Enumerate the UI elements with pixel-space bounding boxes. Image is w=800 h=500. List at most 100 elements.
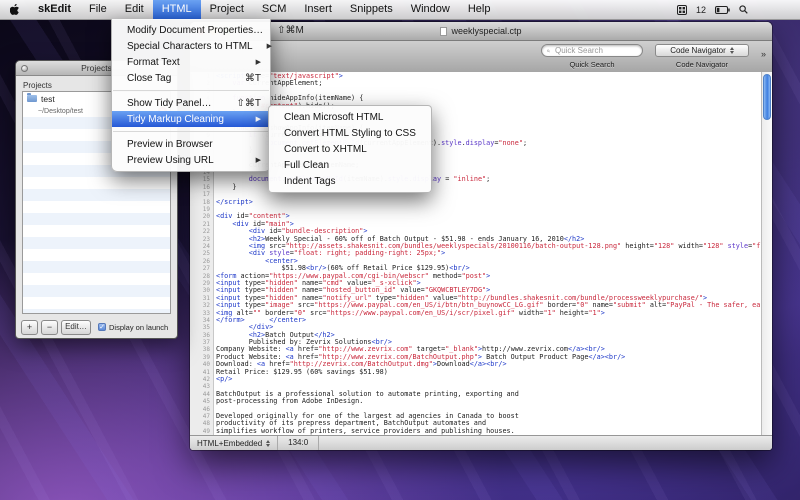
toolbar-overflow-icon[interactable]: » [761, 49, 766, 59]
line-number: 19 [190, 206, 210, 213]
menu-item-preview-using-url[interactable]: Preview Using URL▶ [112, 152, 270, 168]
remove-project-button[interactable]: − [41, 320, 58, 335]
menu-item-shortcut: ⌘T [231, 73, 261, 84]
line-number: 22 [190, 228, 210, 235]
line-number: 24 [190, 243, 210, 250]
line-number: 29 [190, 280, 210, 287]
line-number: 18 [190, 199, 210, 206]
menu-item-modify-document-properties[interactable]: Modify Document Properties…⇧⌘M [112, 22, 270, 38]
line-number: 20 [190, 213, 210, 220]
menu-separator [113, 90, 269, 91]
line-number: 46 [190, 406, 210, 413]
code-line: <div id="content"> [216, 213, 772, 220]
menu-snippets[interactable]: Snippets [341, 0, 402, 19]
line-number: 34 [190, 317, 210, 324]
chevron-right-icon: ▶ [242, 115, 261, 123]
menu-item-close-tag[interactable]: Close Tag ⌘T [112, 70, 270, 86]
input-menu-icon[interactable] [677, 5, 687, 15]
scrollbar-thumb[interactable] [763, 74, 771, 120]
tidy-markup-cleaning-submenu: Clean Microsoft HTMLConvert HTML Styling… [268, 105, 432, 193]
submenu-item-convert-to-xhtml[interactable]: Convert to XHTML [269, 141, 431, 157]
line-number: 42 [190, 376, 210, 383]
line-number: 32 [190, 302, 210, 309]
search-icon [547, 47, 550, 55]
line-number: 37 [190, 339, 210, 346]
menu-bar-status: 12 [677, 5, 800, 15]
menu-project[interactable]: Project [201, 0, 253, 19]
code-line: </form> </center> [216, 317, 772, 324]
menu-bar: skEdit FileEditHTMLProjectSCMInsertSnipp… [0, 0, 800, 20]
menu-help[interactable]: Help [459, 0, 500, 19]
code-navigator-button[interactable]: Code Navigator [655, 44, 749, 57]
line-number: 17 [190, 191, 210, 198]
chevron-right-icon: ▶ [242, 58, 261, 66]
menu-item-label: Show Tidy Panel… [127, 98, 212, 109]
quick-search-toolbar-item: Quick Search [541, 44, 643, 69]
menu-item-label: Modify Document Properties… [127, 25, 263, 36]
language-mode-popup[interactable]: HTML+Embedded [190, 436, 278, 450]
menu-edit[interactable]: Edit [116, 0, 153, 19]
window-title: weeklyspecial.ctp [451, 26, 521, 36]
code-line [216, 206, 772, 213]
menu-item-show-tidy-panel[interactable]: Show Tidy Panel… ⇧⌘T [112, 95, 270, 111]
close-button[interactable] [21, 65, 28, 72]
apple-icon [10, 4, 20, 16]
menu-scm[interactable]: SCM [253, 0, 295, 19]
projects-footer: + − Edit… ✓ Display on launch [16, 316, 177, 338]
line-number: 40 [190, 361, 210, 368]
battery-icon[interactable] [715, 6, 730, 14]
chevron-right-icon: ▶ [253, 42, 272, 50]
menu-item-label: Close Tag [127, 73, 171, 84]
checkbox-checked-icon: ✓ [98, 323, 106, 331]
menu-insert[interactable]: Insert [295, 0, 341, 19]
code-line: Retail Price: $129.95 (60% savings $51.9… [216, 369, 772, 376]
battery-percentage: 12 [696, 5, 706, 15]
document-proxy-icon [440, 27, 447, 36]
menu-item-label: Format Text [127, 57, 180, 68]
menu-window[interactable]: Window [402, 0, 459, 19]
line-number: 43 [190, 383, 210, 390]
popup-arrows-icon [730, 47, 734, 54]
line-number: 16 [190, 184, 210, 191]
line-number: 35 [190, 324, 210, 331]
search-input[interactable] [553, 45, 637, 56]
line-number: 23 [190, 236, 210, 243]
code-line: <div style="float: right; padding-right:… [216, 250, 772, 257]
menu-html[interactable]: HTML [153, 0, 201, 19]
line-number: 44 [190, 391, 210, 398]
apple-menu[interactable] [0, 4, 29, 16]
menu-item-shortcut: ⇧⌘T [223, 98, 262, 109]
line-number: 25 [190, 250, 210, 257]
app-menu-skedit[interactable]: skEdit [29, 0, 80, 19]
folder-icon [27, 95, 37, 102]
menu-bar-menus: FileEditHTMLProjectSCMInsertSnippetsWind… [80, 0, 499, 19]
submenu-item-full-clean[interactable]: Full Clean [269, 157, 431, 173]
code-line: </script> [216, 199, 772, 206]
code-navigator-button-label: Code Navigator [670, 46, 726, 55]
menu-item-label: Preview in Browser [127, 139, 213, 150]
project-path: ~/Desktop/test [38, 108, 83, 115]
vertical-scrollbar[interactable] [761, 72, 772, 436]
menu-item-tidy-markup-cleaning[interactable]: Tidy Markup Cleaning ▶ [112, 111, 270, 127]
menu-file[interactable]: File [80, 0, 116, 19]
code-line: post-processing from Adobe InDesign. [216, 398, 772, 405]
quick-search-field[interactable] [541, 44, 643, 57]
submenu-item-convert-html-styling-to-css[interactable]: Convert HTML Styling to CSS [269, 125, 431, 141]
spotlight-icon[interactable] [739, 5, 748, 14]
project-name: test [41, 94, 55, 104]
line-number: 48 [190, 420, 210, 427]
display-on-launch-checkbox[interactable]: ✓ Display on launch [98, 323, 168, 332]
menu-item-special-characters-to-html[interactable]: Special Characters to HTML▶ [112, 38, 270, 54]
menu-separator [113, 131, 269, 132]
edit-project-button[interactable]: Edit… [61, 320, 91, 335]
chevron-right-icon: ▶ [242, 156, 261, 164]
add-project-button[interactable]: + [21, 320, 38, 335]
menu-item-preview-in-browser[interactable]: Preview in Browser [112, 136, 270, 152]
line-number: 33 [190, 310, 210, 317]
code-line: <p/> [216, 376, 772, 383]
submenu-item-indent-tags[interactable]: Indent Tags [269, 173, 431, 189]
menu-item-label: Special Characters to HTML [127, 41, 253, 52]
menu-item-label: Tidy Markup Cleaning [127, 114, 224, 125]
menu-item-format-text[interactable]: Format Text ▶ [112, 54, 270, 70]
submenu-item-clean-microsoft-html[interactable]: Clean Microsoft HTML [269, 109, 431, 125]
